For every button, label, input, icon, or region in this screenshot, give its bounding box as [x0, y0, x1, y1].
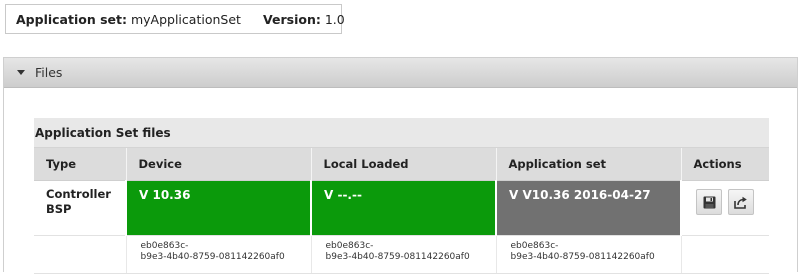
actions-cell: [680, 180, 769, 236]
application-set-info: Application set: myApplicationSet Versio…: [5, 4, 345, 34]
table-caption-row: Application Set files: [34, 118, 769, 148]
local-hash-line-2: b9e3-4b40-8759-081142260af0: [325, 252, 470, 262]
device-hash-line-2: b9e3-4b40-8759-081142260af0: [140, 252, 285, 262]
local-loaded-version-cell: V --.--: [310, 180, 496, 236]
application-set-version-cell: V V10.36 2016-04-27: [495, 180, 681, 236]
local-loaded-hash-cell: eb0e863c- b9e3-4b40-8759-081142260af0: [310, 235, 496, 274]
column-header-device: Device: [126, 147, 312, 181]
table-caption: Application Set files: [34, 118, 769, 148]
application-set-label: Application set:: [16, 11, 127, 27]
column-header-application-set: Application set: [496, 147, 682, 181]
actions-hash-empty-cell: [680, 235, 769, 274]
collapse-caret-icon[interactable]: [17, 70, 25, 75]
table-row: eb0e863c- b9e3-4b40-8759-081142260af0 eb…: [34, 235, 769, 274]
device-hash-cell: eb0e863c- b9e3-4b40-8759-081142260af0: [125, 235, 311, 274]
type-cell: Controller BSP: [34, 181, 126, 236]
version-field: Version: 1.0: [263, 12, 345, 27]
application-set-hash-cell: eb0e863c- b9e3-4b40-8759-081142260af0: [495, 235, 681, 274]
appset-hash-line-2: b9e3-4b40-8759-081142260af0: [510, 252, 655, 262]
application-set-value: myApplicationSet: [130, 11, 241, 27]
files-panel: Files Application Set files Type Device …: [3, 57, 798, 274]
export-button[interactable]: [728, 189, 754, 215]
files-panel-title: Files: [35, 65, 63, 80]
application-set-files-table: Application Set files Type Device Local …: [34, 118, 769, 274]
save-icon: [703, 196, 715, 209]
local-hash-line-1: eb0e863c-: [325, 241, 374, 251]
export-icon: [734, 196, 747, 209]
save-button[interactable]: [696, 189, 722, 215]
application-set-field: Application set: myApplicationSet: [16, 12, 241, 27]
column-header-local-loaded: Local Loaded: [311, 147, 497, 181]
table-header-row: Type Device Local Loaded Application set…: [34, 147, 769, 181]
device-version-cell: V 10.36: [125, 180, 311, 236]
table-row: Controller BSP V 10.36 V --.-- V V10.36 …: [34, 180, 769, 236]
version-value: 1.0: [324, 11, 345, 27]
column-header-actions: Actions: [681, 147, 769, 181]
files-panel-header[interactable]: Files: [4, 58, 797, 88]
type-line-1: Controller: [46, 187, 111, 201]
version-label: Version:: [263, 11, 321, 27]
appset-hash-line-1: eb0e863c-: [510, 241, 559, 251]
hash-empty-cell: [34, 235, 126, 274]
device-hash-line-1: eb0e863c-: [140, 241, 189, 251]
type-line-2: BSP: [46, 202, 72, 216]
column-header-type: Type: [34, 147, 127, 181]
